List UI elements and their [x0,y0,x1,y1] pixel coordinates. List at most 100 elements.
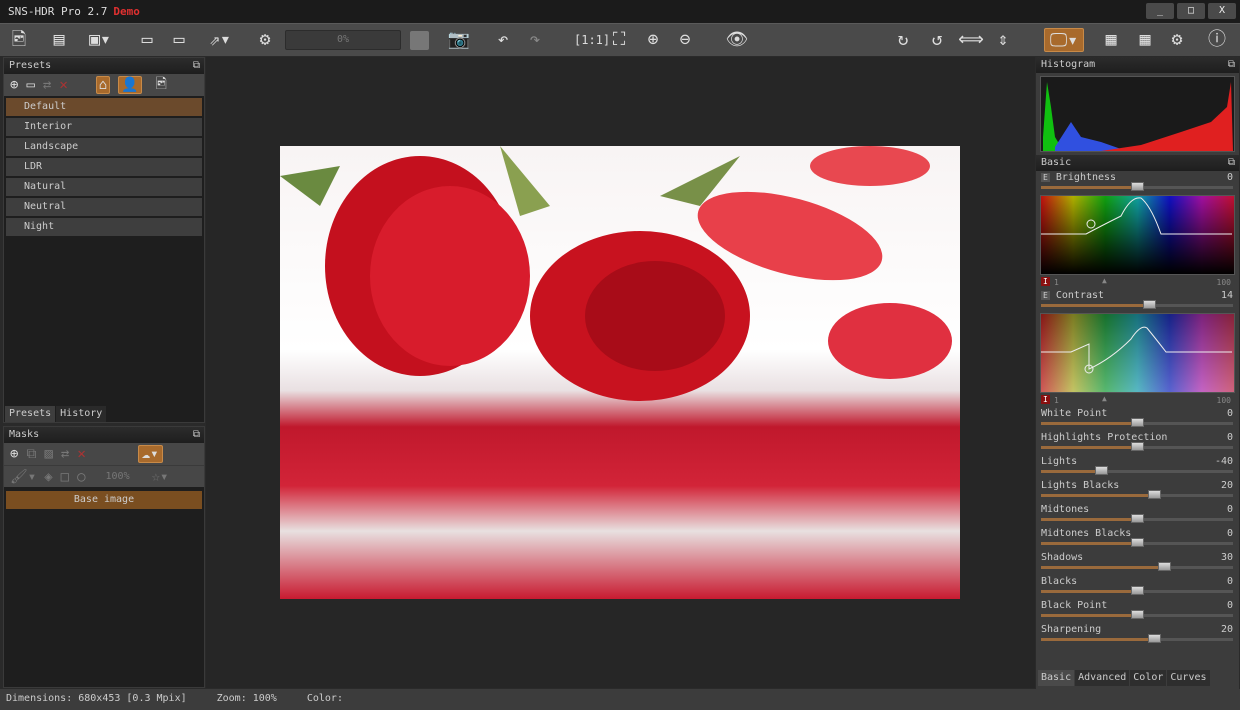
adjustment-slider[interactable] [1041,494,1233,497]
info-icon[interactable]: ⓘ [1204,28,1230,52]
cloud-mask-icon[interactable]: ☁▾ [138,445,163,463]
float-panel-icon[interactable]: ⧉ [193,58,200,74]
reset-icon[interactable]: I [1041,277,1050,286]
layout-2-icon[interactable]: ▦ [1132,28,1158,52]
tab-color[interactable]: Color [1130,670,1166,686]
preset-item[interactable]: Default [6,98,202,116]
preset-item[interactable]: Natural [6,178,202,196]
minimize-button[interactable]: _ [1146,3,1174,19]
adjustment-slider[interactable] [1041,446,1233,449]
process-gears-icon[interactable]: ⚙ [252,28,278,52]
slider-value: 20 [1221,480,1233,491]
adjustment-slider[interactable] [1041,518,1233,521]
home-presets-icon[interactable]: ⌂ [96,76,110,94]
settings-gear-icon[interactable]: ⚙ [1164,28,1190,52]
adjustment-slider[interactable] [1041,542,1233,545]
star-icon[interactable]: ☆▾ [152,469,169,485]
open-image-icon[interactable]: 🖻 [6,28,32,52]
save-as-icon[interactable]: ▭ [166,28,192,52]
save-preset-icon[interactable]: ▭ [26,77,34,93]
adjustment-slider[interactable] [1041,590,1233,593]
adjustment-slider[interactable] [1041,614,1233,617]
delete-mask-icon[interactable]: ✕ [77,446,85,462]
export-icon[interactable]: ⇗▾ [200,28,240,52]
range-max: 100 [1217,396,1231,405]
float-panel-icon[interactable]: ⧉ [1228,57,1235,73]
display-mode-icon[interactable]: 🖵▾ [1044,28,1084,52]
copy-mask-icon[interactable]: ⧉ [26,446,36,462]
histogram-graph [1040,76,1235,152]
zoom-out-icon[interactable]: ⊖ [672,28,698,52]
maximize-button[interactable]: □ [1177,3,1205,19]
fill-bucket-icon[interactable]: ◈ [44,469,52,485]
delete-preset-icon[interactable]: ✕ [59,77,67,93]
refresh-mask-icon[interactable]: ⇄ [61,446,69,462]
mask-opacity[interactable]: 100% [106,471,130,482]
redo-icon[interactable]: ↷ [522,28,548,52]
rotate-cw-icon[interactable]: ↻ [890,28,916,52]
refresh-preset-icon[interactable]: ⇄ [43,77,51,93]
brightness-slider[interactable] [1041,186,1233,189]
range-marker-icon[interactable]: ▲ [1102,276,1107,285]
curve-toggle-icon[interactable]: E [1041,173,1050,182]
contrast-curve[interactable] [1040,313,1235,393]
reset-icon[interactable]: I [1041,395,1050,404]
slider-value: 0 [1227,432,1233,443]
brightness-curve[interactable] [1040,195,1235,275]
contrast-value: 14 [1221,290,1233,301]
tab-history[interactable]: History [56,406,106,422]
save-sns-icon[interactable]: ▣▾ [80,28,120,52]
rectangle-icon[interactable]: □ [61,469,69,485]
tab-curves[interactable]: Curves [1167,670,1209,686]
adjustment-slider[interactable] [1041,470,1233,473]
tab-advanced[interactable]: Advanced [1075,670,1129,686]
mask-image-icon[interactable]: ▨ [44,446,52,462]
save-icon[interactable]: ▭ [134,28,160,52]
adjustment-slider[interactable] [1041,638,1233,641]
tab-presets[interactable]: Presets [5,406,55,422]
slider-label: Black Point [1041,600,1107,611]
range-marker-icon[interactable]: ▲ [1102,394,1107,403]
camera-icon[interactable]: 📷 [446,28,472,52]
float-panel-icon[interactable]: ⧉ [193,427,200,443]
contrast-slider[interactable] [1041,304,1233,307]
preset-item[interactable]: LDR [6,158,202,176]
preset-item[interactable]: Landscape [6,138,202,156]
right-panel: Histogram⧉ Basic⧉ E Brightness 0 I 1 ▲ 1… [1036,57,1239,690]
range-min: 1 [1054,278,1059,287]
slider-control: Black Point0 [1036,599,1239,623]
basic-tabs: Basic Advanced Color Curves [1038,670,1210,686]
mask-item-base-image[interactable]: Base image [6,491,202,509]
float-panel-icon[interactable]: ⧉ [1228,155,1235,171]
presets-title: Presets [9,60,51,71]
undo-icon[interactable]: ↶ [490,28,516,52]
brush-icon[interactable]: 🖌▾ [10,469,36,485]
preview-eye-icon[interactable]: 👁 [724,28,750,52]
adjustment-slider[interactable] [1041,422,1233,425]
adjustment-slider[interactable] [1041,566,1233,569]
contrast-control: E Contrast 14 [1036,289,1239,313]
zoom-in-icon[interactable]: ⊕ [640,28,666,52]
basic-title: Basic [1041,157,1071,168]
fit-screen-icon[interactable]: ⛶ [606,28,632,52]
layout-1-icon[interactable]: ▦ [1098,28,1124,52]
zoom-1-1-icon[interactable]: [1:1] [574,28,600,52]
add-mask-icon[interactable]: ⊕ [10,446,18,462]
tab-basic[interactable]: Basic [1038,670,1074,686]
image-presets-icon[interactable]: 🖻 [156,73,167,97]
add-preset-icon[interactable]: ⊕ [10,77,18,93]
rotate-ccw-icon[interactable]: ↺ [924,28,950,52]
preset-item[interactable]: Interior [6,118,202,136]
ellipse-icon[interactable]: ○ [77,469,85,485]
user-presets-icon[interactable]: 👤 [118,76,141,94]
preset-item[interactable]: Neutral [6,198,202,216]
close-button[interactable]: X [1208,3,1236,19]
preset-item[interactable]: Night [6,218,202,236]
curve-toggle-icon[interactable]: E [1041,291,1050,300]
slider-value: 0 [1227,408,1233,419]
flip-vertical-icon[interactable]: ⇕ [990,28,1016,52]
masks-title: Masks [9,429,39,440]
stop-button[interactable] [410,31,429,50]
flip-horizontal-icon[interactable]: ⟺ [958,28,984,52]
open-sns-icon[interactable]: ▤ [46,28,72,52]
